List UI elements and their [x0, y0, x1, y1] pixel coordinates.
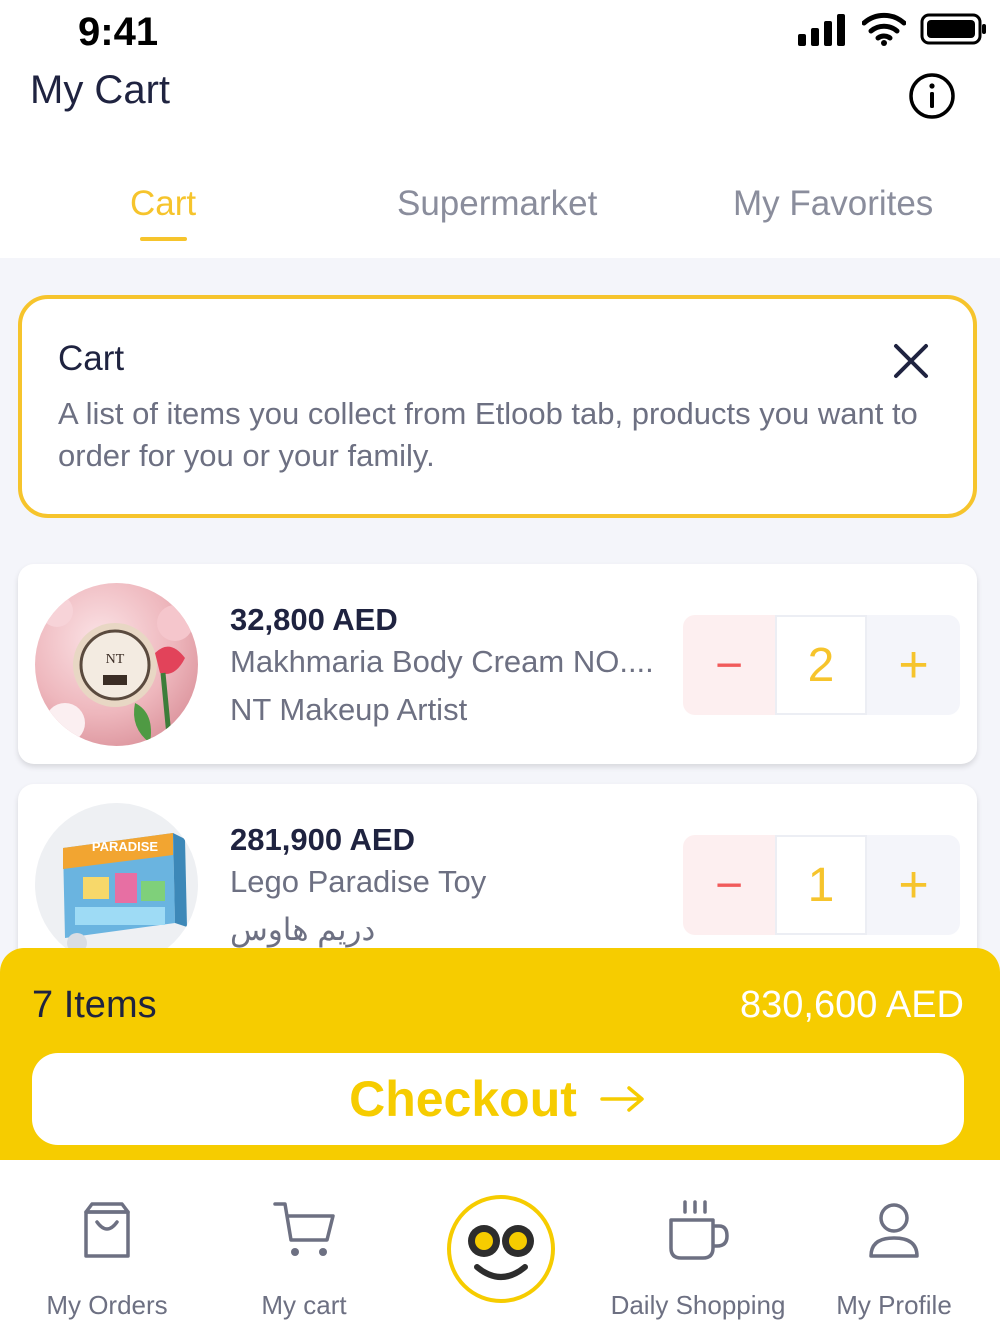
- item-seller[interactable]: دريم هاوس: [230, 912, 375, 948]
- active-tab-indicator: [140, 237, 187, 241]
- nav-my-cart[interactable]: My cart: [254, 1160, 354, 1334]
- item-seller[interactable]: NT Makeup Artist: [230, 692, 467, 728]
- cart-total: 830,600 AED: [740, 984, 964, 1026]
- decrease-quantity-button[interactable]: −: [683, 835, 775, 935]
- cart-icon: [273, 1202, 335, 1256]
- nav-daily-shopping[interactable]: Daily Shopping: [610, 1160, 786, 1334]
- close-icon[interactable]: [891, 341, 931, 381]
- decrease-quantity-button[interactable]: −: [683, 615, 775, 715]
- quantity-value: 1: [775, 835, 867, 935]
- nav-my-orders[interactable]: My Orders: [46, 1160, 168, 1334]
- user-icon: [869, 1203, 919, 1258]
- signal-icon: [798, 14, 845, 46]
- info-card-description: A list of items you collect from Etloob …: [58, 396, 918, 473]
- top-header: 9:41 My Cart Cart Supermarket My Favorit…: [0, 0, 1000, 258]
- status-time: 9:41: [78, 10, 159, 54]
- increase-quantity-button[interactable]: +: [867, 615, 960, 715]
- svg-text:NT: NT: [106, 652, 125, 667]
- status-icons: [798, 12, 988, 46]
- checkout-button[interactable]: Checkout: [32, 1053, 964, 1145]
- checkout-label: Checkout: [349, 1071, 577, 1127]
- tab-my-favorites[interactable]: My Favorites: [733, 184, 933, 224]
- item-name[interactable]: Lego Paradise Toy: [230, 864, 486, 900]
- tab-bar: Cart Supermarket My Favorites: [0, 170, 1000, 258]
- item-price: 32,800 AED: [230, 602, 398, 637]
- nav-label: Daily Shopping: [610, 1290, 786, 1320]
- shopping-bag-icon: [84, 1202, 130, 1258]
- tab-cart[interactable]: Cart: [130, 184, 196, 224]
- nav-my-profile[interactable]: My Profile: [834, 1160, 954, 1334]
- bottom-nav: My Orders My cart Daily Shopping My Prof…: [0, 1160, 1000, 1334]
- coffee-cup-icon: [669, 1200, 729, 1260]
- item-price: 281,900 AED: [230, 822, 415, 857]
- smiley-logo-icon: [468, 1225, 534, 1280]
- nav-label: My Orders: [46, 1290, 168, 1320]
- battery-icon: [920, 13, 986, 45]
- nav-label: My Profile: [836, 1290, 952, 1320]
- item-count: 7 Items: [32, 984, 157, 1026]
- item-name[interactable]: Makhmaria Body Cream NO....: [230, 644, 654, 680]
- arrow-right-icon: [600, 1086, 644, 1112]
- increase-quantity-button[interactable]: +: [867, 835, 960, 935]
- tab-supermarket[interactable]: Supermarket: [397, 184, 597, 224]
- product-image: PARADISE: [35, 803, 198, 966]
- nav-label: My cart: [261, 1290, 347, 1320]
- quantity-stepper: − 2 +: [683, 615, 960, 715]
- svg-text:PARADISE: PARADISE: [92, 839, 159, 854]
- home-button[interactable]: [447, 1195, 555, 1303]
- wifi-icon: [862, 12, 906, 46]
- page-title: My Cart: [30, 68, 170, 112]
- quantity-stepper: − 1 +: [683, 835, 960, 935]
- product-image: NT: [35, 583, 198, 746]
- info-card-title: Cart: [58, 339, 125, 378]
- quantity-value: 2: [775, 615, 867, 715]
- cart-info-card: Cart A list of items you collect from Et…: [18, 295, 977, 518]
- info-icon[interactable]: [908, 72, 956, 120]
- cart-summary: 7 Items 830,600 AED Checkout: [0, 948, 1000, 1160]
- cart-item[interactable]: NT 32,800 AED Makhmaria Body Cream NO...…: [18, 564, 977, 764]
